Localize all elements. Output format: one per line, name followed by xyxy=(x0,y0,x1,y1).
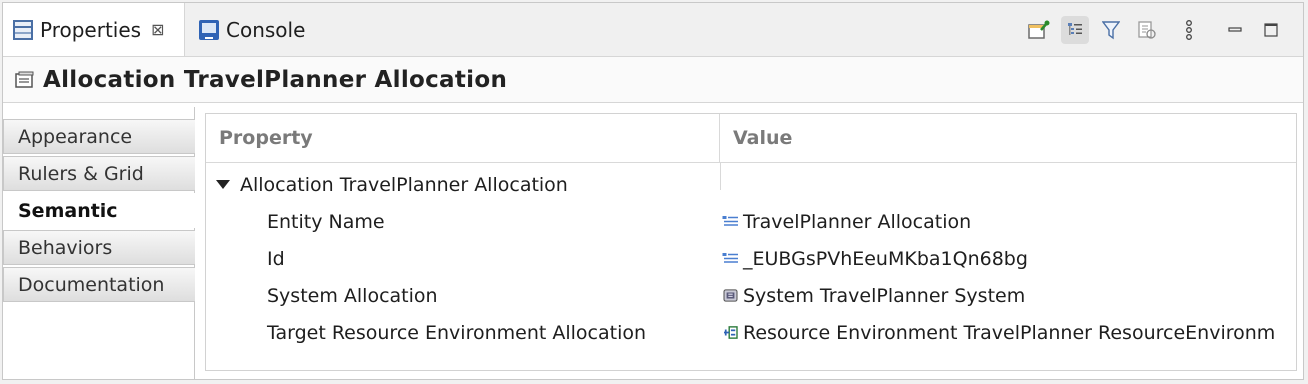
sidebar-item-rulers-grid[interactable]: Rulers & Grid xyxy=(3,156,195,191)
sidebar-item-documentation[interactable]: Documentation xyxy=(3,267,195,302)
show-categories-icon[interactable] xyxy=(1061,15,1089,44)
page-title-bar: Allocation TravelPlanner Allocation xyxy=(3,57,1303,103)
tab-console[interactable]: Console xyxy=(189,3,319,56)
property-name: Entity Name xyxy=(267,210,385,233)
column-header-value[interactable]: Value xyxy=(720,114,792,162)
table-row-group[interactable]: Allocation TravelPlanner Allocation xyxy=(206,166,1296,203)
property-name: Id xyxy=(267,247,285,270)
property-name: System Allocation xyxy=(267,284,438,307)
text-property-icon xyxy=(722,216,738,226)
property-value: _EUBGsPVhEeuMKba1Qn68bg xyxy=(743,247,1028,270)
filter-icon[interactable] xyxy=(1097,16,1125,44)
column-header-property[interactable]: Property xyxy=(206,114,720,162)
pin-editor-icon[interactable] xyxy=(1025,16,1053,44)
property-value: Resource Environment TravelPlanner Resou… xyxy=(743,321,1276,344)
allocation-icon xyxy=(15,71,34,88)
group-label: Allocation TravelPlanner Allocation xyxy=(240,173,568,196)
sidebar-item-appearance[interactable]: Appearance xyxy=(3,119,195,154)
sidebar-item-semantic[interactable]: Semantic xyxy=(3,193,195,228)
table-header: Property Value xyxy=(206,114,1296,163)
sidebar-item-behaviors[interactable]: Behaviors xyxy=(3,230,195,265)
close-icon[interactable]: ⊠ xyxy=(151,20,164,39)
table-row[interactable]: Id _EUBGsPVhEeuMKba1Qn68bg xyxy=(206,240,1296,277)
section-tabs: Appearance Rulers & Grid Semantic Behavi… xyxy=(3,119,195,304)
table-row[interactable]: Entity Name TravelPlanner Allocation xyxy=(206,203,1296,240)
page-title: Allocation TravelPlanner Allocation xyxy=(43,66,508,93)
expand-triangle-icon[interactable] xyxy=(216,180,230,189)
console-icon xyxy=(199,19,219,40)
tab-console-label: Console xyxy=(226,17,306,42)
table-row[interactable]: Target Resource Environment Allocation R… xyxy=(206,314,1296,351)
view-toolbar xyxy=(1021,3,1289,56)
table-row[interactable]: System Allocation System TravelPlanner S… xyxy=(206,277,1296,314)
property-value: TravelPlanner Allocation xyxy=(743,210,972,233)
text-property-icon xyxy=(722,253,738,263)
properties-view: Properties ⊠ Console Allocation TravelPl… xyxy=(2,2,1304,380)
property-value: System TravelPlanner System xyxy=(743,284,1026,307)
maximize-icon[interactable] xyxy=(1257,16,1285,44)
properties-icon xyxy=(13,19,33,40)
view-tab-bar: Properties ⊠ Console xyxy=(3,3,1303,57)
view-menu-icon[interactable] xyxy=(1175,16,1203,44)
system-icon xyxy=(723,289,738,302)
property-name: Target Resource Environment Allocation xyxy=(267,321,647,344)
tab-properties-label: Properties xyxy=(40,17,142,42)
tab-properties[interactable]: Properties ⊠ xyxy=(3,3,185,56)
restore-defaults-icon[interactable] xyxy=(1133,16,1161,44)
property-table: Property Value Allocation TravelPlanner … xyxy=(205,113,1297,371)
minimize-icon[interactable] xyxy=(1221,16,1249,44)
resource-environment-icon xyxy=(724,326,738,339)
